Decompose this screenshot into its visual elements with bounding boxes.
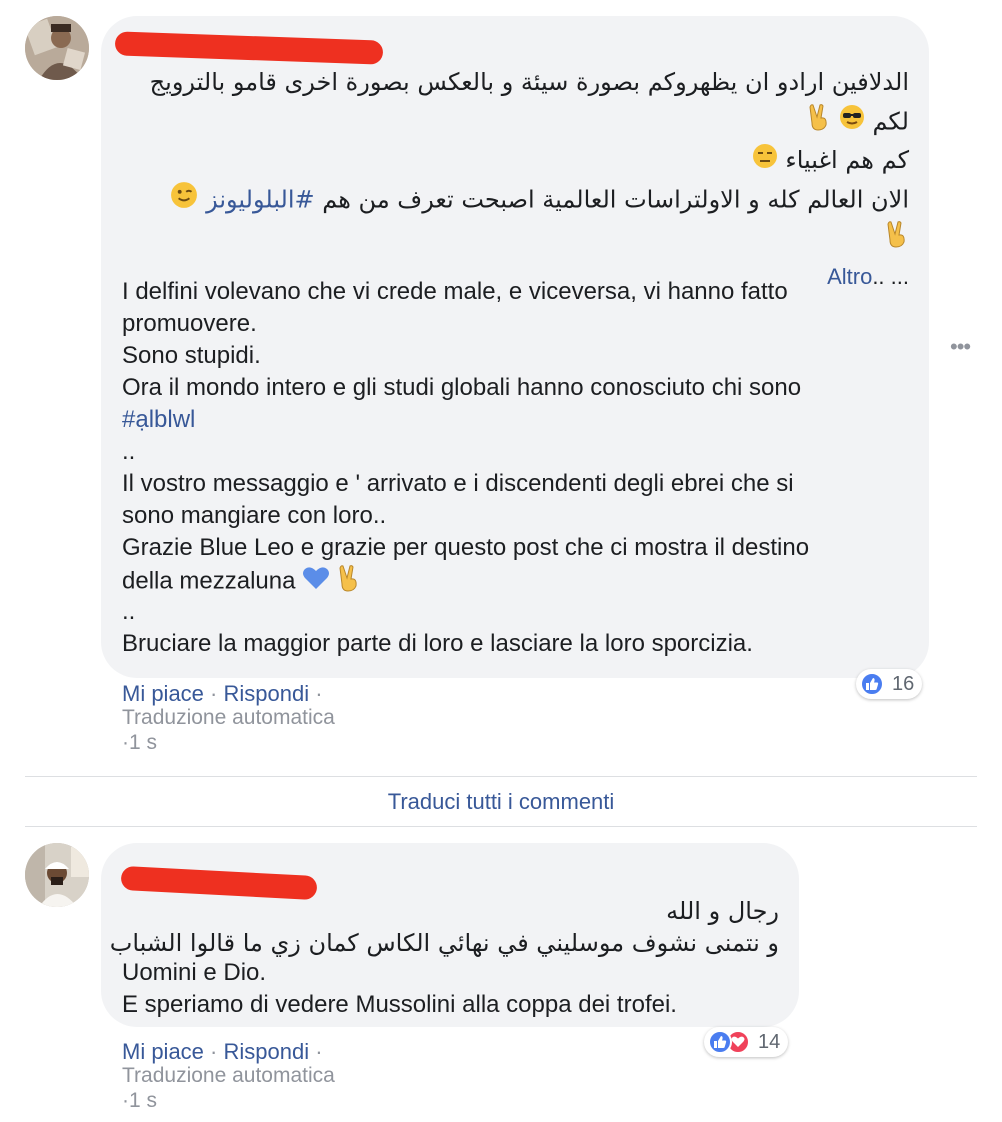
arabic-line-5 — [885, 220, 909, 259]
timestamp[interactable]: ·1 s — [122, 731, 157, 755]
translation-line: sono mangiare con loro.. — [122, 502, 387, 529]
sunglasses-icon — [839, 104, 865, 141]
translation-line: Ora il mondo intero e gli studi globali … — [122, 374, 802, 401]
translation-line: .. — [122, 598, 136, 625]
victory-hand-icon — [885, 220, 909, 259]
comment-1-reactions[interactable]: 16 — [856, 669, 923, 699]
auto-translation-label: Traduzione automatica — [122, 1064, 335, 1087]
translation-line: Uomini e Dio. — [122, 959, 267, 986]
translation-hashtag-link[interactable]: #ạlblwl — [122, 404, 195, 436]
translation-line: Bruciare la maggior parte di loro e lasc… — [122, 630, 753, 657]
comment-1-author-redaction — [114, 31, 384, 65]
divider-bottom — [25, 826, 977, 827]
comment-2-translation: Uomini e Dio. E speriamo di vedere Musso… — [122, 957, 782, 1021]
arabic-hashtag-link[interactable]: #البلوليونز — [206, 186, 315, 214]
comment-2-actions: Mi piace · Rispondi · — [122, 1039, 323, 1064]
victory-hand-icon — [807, 103, 831, 142]
translation-line: E speriamo di vedere Mussolini alla copp… — [122, 991, 677, 1018]
reply-button[interactable]: Rispondi — [224, 1039, 310, 1064]
arabic-line-4: الان العالم كله و الاولتراسات العالمية ا… — [170, 181, 909, 220]
victory-hand-icon — [337, 564, 361, 600]
more-options-icon[interactable]: ••• — [950, 334, 971, 360]
translation-line: Il vostro messaggio e ' arrivato e i dis… — [122, 470, 794, 497]
comment-1-bubble: الدلافين ارادو ان يظهروكم بصورة سيئة و ب… — [101, 16, 929, 678]
translation-line: promuovere. — [122, 310, 257, 337]
auto-translation-label: Traduzione automatica — [122, 706, 335, 729]
blue-heart-icon — [302, 565, 330, 599]
comment-1-arabic-text: الدلافين ارادو ان يظهروكم بصورة سيئة و ب… — [119, 62, 909, 302]
arabic-line-2: لكم — [807, 103, 909, 142]
divider-top — [25, 776, 977, 777]
like-button[interactable]: Mi piace — [122, 1039, 204, 1064]
comment-1-translation: I delfini volevano che vi crede male, e … — [122, 276, 912, 676]
translation-line: Grazie Blue Leo e grazie per questo post… — [122, 534, 810, 561]
expressionless-icon — [752, 143, 778, 180]
reply-button[interactable]: Rispondi — [224, 681, 310, 706]
comment-2-arabic-text: رجال و الله و نتمنى نشوف موسليني في نهائ… — [110, 891, 779, 965]
arabic-line-1: الدلافين ارادو ان يظهروكم بصورة سيئة و ب… — [149, 68, 909, 96]
translation-line: .. — [122, 438, 136, 465]
comment-2-bubble: رجال و الله و نتمنى نشوف موسليني في نهائ… — [101, 843, 799, 1027]
translation-line: Sono stupidi. — [122, 342, 261, 369]
reaction-count: 14 — [758, 1030, 781, 1053]
reaction-count: 16 — [892, 672, 915, 695]
like-reaction-icon — [860, 672, 884, 696]
like-button[interactable]: Mi piace — [122, 681, 204, 706]
wink-icon — [170, 181, 198, 220]
commenter-1-avatar[interactable] — [25, 16, 89, 80]
translation-line: I delfini volevano che vi crede male, e … — [122, 278, 788, 305]
like-reaction-icon — [708, 1030, 732, 1054]
comment-1-actions: Mi piace · Rispondi · — [122, 681, 323, 706]
comment-2-reactions[interactable]: 14 — [704, 1027, 789, 1057]
translate-all-button[interactable]: Traduci tutti i commenti — [25, 789, 977, 815]
translation-line: della mezzaluna — [122, 564, 361, 600]
arabic-line-3: كم هم اغبياء — [752, 142, 909, 180]
commenter-2-avatar[interactable] — [25, 843, 89, 907]
timestamp[interactable]: ·1 s — [122, 1089, 157, 1113]
